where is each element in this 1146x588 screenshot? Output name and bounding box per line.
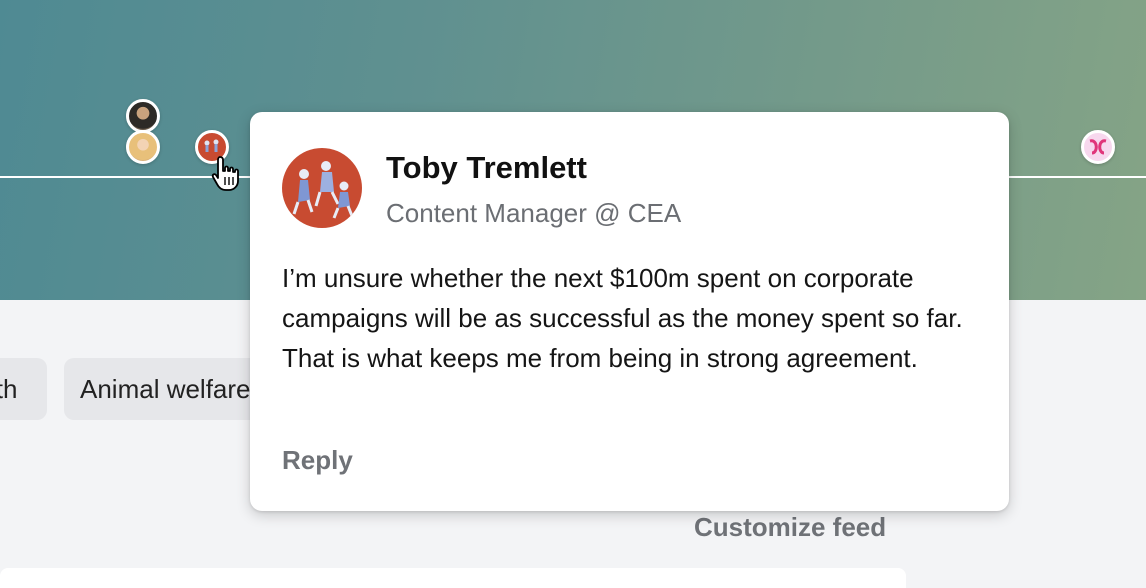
hand-pointer-icon <box>211 156 239 191</box>
author-role: Content Manager @ CEA <box>386 198 682 228</box>
post-card[interactable] <box>0 568 906 588</box>
comment-text: I’m unsure whether the next $100m spent … <box>282 263 963 373</box>
author-name[interactable]: Toby Tremlett <box>386 150 587 186</box>
swirl-logo-icon <box>1089 139 1107 155</box>
author-avatar[interactable] <box>282 148 362 228</box>
topic-chip-health[interactable]: lth <box>0 358 47 420</box>
commenter-avatar-4[interactable] <box>1081 130 1115 164</box>
reply-button[interactable]: Reply <box>282 445 353 476</box>
topic-chip-animal-welfare[interactable]: Animal welfare <box>64 358 264 420</box>
feed-page: lth Animal welfare Customize feed Toby T… <box>0 0 1146 588</box>
comment-popover: Toby Tremlett Content Manager @ CEA I’m … <box>250 112 1009 511</box>
commenter-avatar-2[interactable] <box>126 130 160 164</box>
customize-feed-link[interactable]: Customize feed <box>694 512 886 543</box>
commenter-avatar-1[interactable] <box>126 99 160 133</box>
figures-illustration-icon <box>292 161 354 219</box>
